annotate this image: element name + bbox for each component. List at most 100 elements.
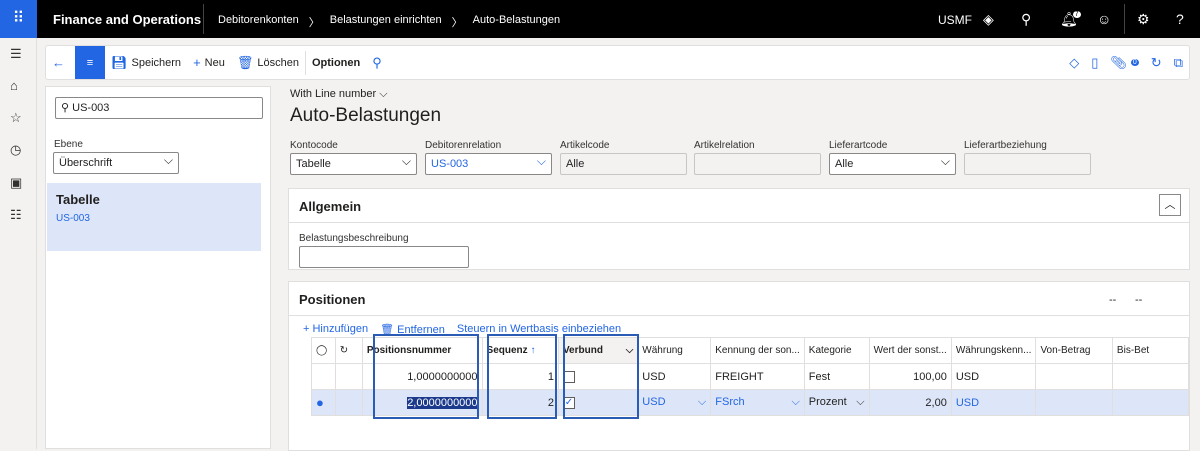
add-line-button[interactable]: + Hinzufügen (303, 323, 368, 336)
power-apps-button[interactable]: ◇ (1063, 46, 1085, 79)
search-icon: ⚲ (372, 54, 382, 70)
field-input-0[interactable]: Tabelle (290, 151, 417, 175)
options-tab[interactable]: Optionen (306, 46, 366, 79)
cell-value: USD (955, 370, 980, 383)
highlight-verbund (563, 334, 639, 419)
clock-icon[interactable]: ◷ (10, 142, 21, 158)
level-select[interactable]: Überschrift (53, 150, 179, 174)
grid-cell[interactable] (1035, 363, 1113, 390)
field-label: Kontocode (290, 140, 338, 151)
save-button[interactable]: 💾︎ Speichern (105, 46, 187, 79)
level-label: Ebene (54, 139, 83, 150)
plus-icon: + (193, 55, 201, 70)
grid-cell[interactable]: USD (950, 389, 1037, 416)
lines-icon: ≡ (86, 56, 94, 69)
field-input-2[interactable]: Alle (560, 153, 687, 175)
filter-value: US-003 (72, 102, 110, 114)
gear-icon[interactable]: ⚙ (1137, 11, 1150, 28)
app-title[interactable]: Finance and Operations (53, 12, 201, 27)
save-label: Speichern (131, 56, 182, 69)
summary-value: -- (1109, 294, 1117, 306)
breadcrumb-item[interactable]: Belastungen einrichten (330, 14, 442, 30)
column-header[interactable]: Währung (637, 337, 712, 364)
list-toggle-button[interactable]: ≡ (75, 46, 105, 79)
refresh-button[interactable]: ↻ (1145, 46, 1168, 79)
general-section: Allgemein ︿ Belastungsbeschreibung (288, 188, 1190, 270)
field-input-5[interactable] (964, 153, 1091, 175)
row-select[interactable] (311, 363, 336, 390)
grid-cell[interactable] (1035, 389, 1113, 416)
positions-section: Positionen -- -- + Hinzufügen 🗑︎ Entfern… (288, 281, 1190, 451)
grid-cell[interactable]: ⌵ FSrch (710, 389, 805, 416)
grid-cell[interactable] (1111, 363, 1190, 390)
search-button[interactable]: ⚲ (366, 46, 388, 79)
column-header-label: Kennung der son... (715, 345, 800, 356)
grid-cell[interactable]: Fest (803, 363, 870, 390)
grid-cell[interactable]: 100,00 (868, 363, 952, 390)
grid-cell[interactable]: USD (637, 363, 712, 390)
cell-value: FREIGHT (715, 370, 764, 383)
grid-cell[interactable] (1111, 389, 1190, 416)
grid-cell[interactable]: ⌵ Prozent (803, 389, 870, 416)
breadcrumb-item[interactable]: Auto-Belastungen (473, 14, 560, 30)
select-all-radio[interactable]: ◯ (311, 337, 336, 364)
field-label: Artikelcode (560, 140, 610, 151)
list-filter-input[interactable]: ⚲ US-003 (55, 97, 263, 119)
copilot-icon[interactable]: ◈ (983, 11, 994, 28)
description-input[interactable] (299, 246, 469, 268)
new-button[interactable]: + Neu (187, 46, 231, 79)
office-button[interactable]: ▯ (1085, 46, 1104, 79)
search-icon[interactable]: ⚲ (1021, 11, 1031, 28)
section-title[interactable]: Positionen (299, 292, 365, 307)
column-header-label: Kategorie (808, 345, 852, 356)
back-button[interactable]: ← (46, 46, 71, 79)
collapse-chevron-up-icon[interactable]: ︿ (1159, 194, 1181, 216)
column-header-label: Währungskenn... (955, 345, 1032, 356)
delete-button[interactable]: 🗑︎ Löschen (231, 46, 305, 79)
attachments-button[interactable]: 📎︎ 0 (1104, 46, 1144, 79)
grid-cell[interactable]: FREIGHT (710, 363, 805, 390)
section-title[interactable]: Allgemein (299, 199, 361, 214)
view-label: With Line number (290, 88, 377, 100)
field-input-3[interactable] (694, 153, 821, 175)
column-header[interactable]: Kategorie (803, 337, 870, 364)
app-launcher-icon[interactable]: ⠿ (0, 0, 37, 38)
arrow-left-icon: ← (52, 55, 65, 70)
check-circle-icon: ● (316, 395, 324, 410)
bell-icon[interactable]: 🔔︎7 (1060, 11, 1086, 28)
list-item[interactable]: Tabelle US-003 (47, 183, 261, 251)
column-header[interactable]: Von-Betrag (1035, 337, 1113, 364)
column-header[interactable]: Bis-Bet (1111, 337, 1190, 364)
field-input-4[interactable]: Alle (829, 151, 956, 175)
open-new-window-button[interactable]: ⧉ (1168, 46, 1189, 79)
home-icon[interactable]: ⌂ (10, 78, 18, 93)
hamburger-icon[interactable]: ☰ (10, 46, 22, 62)
refresh-icon: ↻ (1150, 54, 1162, 70)
grid-cell[interactable]: ⌵ USD (637, 389, 712, 416)
workspace-icon[interactable]: ▣ (10, 175, 22, 191)
view-selector[interactable]: With Line number ⌵ (290, 88, 388, 101)
star-icon[interactable]: ☆ (10, 110, 22, 126)
cell-value: USD (642, 370, 666, 383)
company-picker[interactable]: USMF (938, 13, 972, 27)
list-item-title: Tabelle (56, 192, 100, 207)
field-label: Artikelrelation (694, 140, 755, 151)
feedback-smiley-icon[interactable]: ☺ (1097, 11, 1111, 27)
highlight-sequenz (487, 334, 557, 419)
list-icon[interactable]: ☷ (10, 207, 22, 223)
breadcrumb-item[interactable]: Debitorenkonten (218, 14, 299, 30)
grid-cell[interactable]: 2,00 (868, 389, 952, 416)
grid-cell[interactable]: USD (950, 363, 1037, 390)
field-input-1[interactable]: US-003 (425, 151, 552, 175)
summary-value: -- (1135, 294, 1143, 306)
column-header[interactable]: Währungskenn... (950, 337, 1037, 364)
column-header[interactable]: Wert der sonst... (868, 337, 952, 364)
column-header[interactable]: Kennung der son... (710, 337, 805, 364)
column-header-label: Wert der sonst... (873, 345, 947, 356)
breadcrumb: Debitorenkonten 〉 Belastungen einrichten 〉… (218, 14, 560, 30)
cell-value: Fest (808, 370, 831, 383)
help-icon[interactable]: ? (1176, 11, 1184, 27)
refresh-icon[interactable]: ↻ (334, 337, 363, 364)
row-select[interactable]: ● (311, 389, 336, 416)
save-icon: 💾︎ (111, 54, 128, 70)
